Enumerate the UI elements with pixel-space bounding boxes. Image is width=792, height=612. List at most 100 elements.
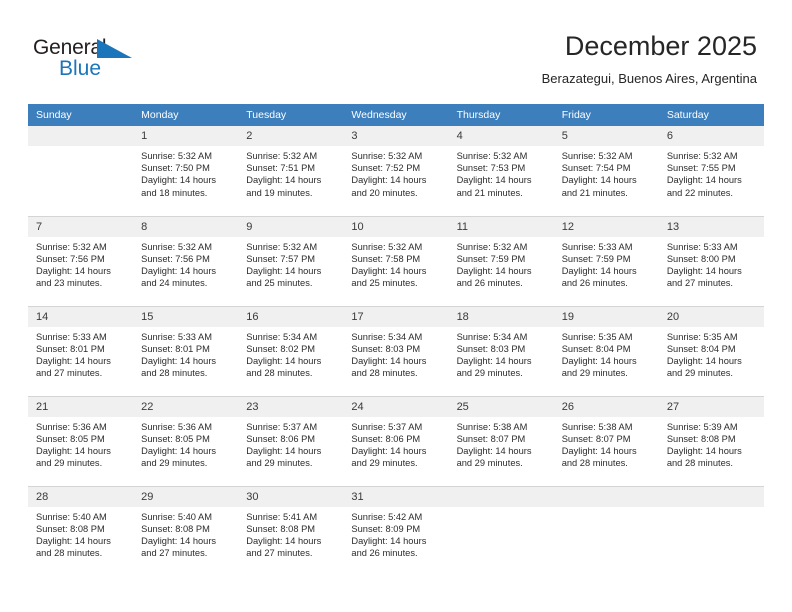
sunset-time: Sunset: 7:51 PM [246, 163, 316, 174]
calendar-day-cell[interactable]: 8 Sunrise: 5:32 AM Sunset: 7:56 PM Daylight… [133, 215, 239, 306]
day-details: Sunrise: 5:32 AM Sunset: 7:54 PM Daylight:… [554, 146, 659, 199]
day-number: 16 [238, 306, 344, 327]
calendar-day-cell[interactable]: 25 Sunrise: 5:38 AM Sunset: 8:07 PM Dayligh… [448, 395, 554, 486]
calendar-day-cell[interactable]: 17 Sunrise: 5:34 AM Sunset: 8:03 PM Dayligh… [343, 305, 449, 396]
daylight-duration-line1: Daylight: 14 hours [351, 265, 427, 276]
sunset-time: Sunset: 8:03 PM [351, 343, 421, 354]
daylight-duration-line2: and 27 minutes. [666, 278, 733, 289]
day-number: 4 [448, 126, 554, 146]
day-details: Sunrise: 5:32 AM Sunset: 7:50 PM Daylight:… [133, 146, 238, 199]
calendar-day-cell[interactable]: 6 Sunrise: 5:32 AM Sunset: 7:55 PM Daylight… [658, 126, 764, 216]
daylight-duration-line1: Daylight: 14 hours [666, 355, 742, 366]
daylight-duration-line2: and 26 minutes. [351, 548, 418, 559]
calendar-day-cell[interactable]: 3 Sunrise: 5:32 AM Sunset: 7:52 PM Daylight… [343, 126, 449, 216]
daylight-duration-line1: Daylight: 14 hours [456, 265, 532, 276]
sunset-time: Sunset: 8:00 PM [666, 253, 736, 264]
sunset-time: Sunset: 7:56 PM [36, 253, 105, 264]
calendar-day-cell[interactable]: 13 Sunrise: 5:33 AM Sunset: 8:00 PM Dayligh… [658, 215, 764, 306]
sunset-time: Sunset: 8:03 PM [456, 343, 526, 354]
calendar-day-cell[interactable]: 26 Sunrise: 5:38 AM Sunset: 8:07 PM Dayligh… [553, 395, 659, 486]
day-number: 21 [28, 396, 134, 417]
sunrise-time: Sunrise: 5:32 AM [456, 151, 528, 161]
calendar-day-cell[interactable]: 18 Sunrise: 5:34 AM Sunset: 8:03 PM Dayligh… [448, 305, 554, 396]
daylight-duration-line1: Daylight: 14 hours [141, 535, 217, 546]
general-blue-logo[interactable]: General Blue [33, 36, 163, 84]
sunrise-time: Sunrise: 5:32 AM [246, 241, 318, 252]
daylight-duration-line2: and 21 minutes. [456, 187, 523, 198]
sunset-time: Sunset: 8:05 PM [36, 433, 105, 444]
calendar-day-cell[interactable]: 22 Sunrise: 5:36 AM Sunset: 8:05 PM Dayligh… [133, 395, 239, 486]
calendar-week-row: 28 Sunrise: 5:40 AM Sunset: 8:08 PM Dayligh… [28, 485, 764, 576]
sunrise-time: Sunrise: 5:35 AM [561, 331, 633, 342]
sunrise-time: Sunrise: 5:34 AM [456, 331, 528, 342]
sunset-time: Sunset: 8:05 PM [141, 433, 210, 444]
calendar-day-cell[interactable]: 19 Sunrise: 5:35 AM Sunset: 8:04 PM Dayligh… [553, 305, 659, 396]
sunset-time: Sunset: 8:07 PM [561, 433, 631, 444]
sunset-time: Sunset: 8:01 PM [141, 343, 210, 354]
sunrise-time: Sunrise: 5:32 AM [666, 151, 738, 161]
daylight-duration-line1: Daylight: 14 hours [141, 175, 217, 186]
calendar-day-cell[interactable]: 15 Sunrise: 5:33 AM Sunset: 8:01 PM Dayligh… [133, 305, 239, 396]
day-details: Sunrise: 5:32 AM Sunset: 7:55 PM Daylight:… [659, 146, 764, 199]
day-number: 14 [28, 306, 134, 327]
calendar-day-cell[interactable]: 29 Sunrise: 5:40 AM Sunset: 8:08 PM Dayligh… [133, 485, 239, 576]
calendar-day-cell[interactable]: 24 Sunrise: 5:37 AM Sunset: 8:06 PM Dayligh… [343, 395, 449, 486]
daylight-duration-line2: and 29 minutes. [36, 458, 103, 469]
daylight-duration-line2: and 19 minutes. [246, 187, 313, 198]
weekday-header-wednesday: Wednesday [343, 104, 449, 126]
calendar-day-cell[interactable]: 12 Sunrise: 5:33 AM Sunset: 7:59 PM Dayligh… [553, 215, 659, 306]
weekday-header-friday: Friday [553, 104, 659, 126]
calendar-day-cell[interactable]: 28 Sunrise: 5:40 AM Sunset: 8:08 PM Dayligh… [28, 485, 134, 576]
calendar-day-cell[interactable]: 9 Sunrise: 5:32 AM Sunset: 7:57 PM Daylight… [238, 215, 344, 306]
calendar-day-cell[interactable]: 20 Sunrise: 5:35 AM Sunset: 8:04 PM Dayligh… [658, 305, 764, 396]
daylight-duration-line1: Daylight: 14 hours [246, 355, 322, 366]
sunset-time: Sunset: 8:04 PM [666, 343, 736, 354]
calendar-day-cell[interactable]: 1 Sunrise: 5:32 AM Sunset: 7:50 PM Daylight… [133, 126, 239, 216]
sunset-time: Sunset: 7:50 PM [141, 163, 210, 174]
calendar-week-row: 1 Sunrise: 5:32 AM Sunset: 7:50 PM Daylight… [28, 126, 764, 216]
calendar-day-cell[interactable]: 31 Sunrise: 5:42 AM Sunset: 8:09 PM Dayligh… [343, 485, 449, 576]
day-number [658, 486, 764, 507]
day-details: Sunrise: 5:32 AM Sunset: 7:51 PM Daylight:… [238, 146, 343, 199]
day-number [28, 126, 134, 146]
calendar-day-cell[interactable]: 16 Sunrise: 5:34 AM Sunset: 8:02 PM Dayligh… [238, 305, 344, 396]
daylight-duration-line1: Daylight: 14 hours [351, 175, 427, 186]
sunrise-time: Sunrise: 5:38 AM [456, 421, 528, 432]
daylight-duration-line1: Daylight: 14 hours [456, 175, 532, 186]
calendar-day-cell[interactable]: 27 Sunrise: 5:39 AM Sunset: 8:08 PM Dayligh… [658, 395, 764, 486]
sunrise-time: Sunrise: 5:33 AM [36, 331, 107, 342]
calendar-body: 1 Sunrise: 5:32 AM Sunset: 7:50 PM Daylight… [28, 126, 764, 576]
calendar-day-cell[interactable]: 5 Sunrise: 5:32 AM Sunset: 7:54 PM Daylight… [553, 126, 659, 216]
day-details: Sunrise: 5:37 AM Sunset: 8:06 PM Daylight:… [238, 417, 343, 470]
calendar-day-cell[interactable]: 2 Sunrise: 5:32 AM Sunset: 7:51 PM Daylight… [238, 126, 344, 216]
sunset-time: Sunset: 7:59 PM [456, 253, 526, 264]
calendar-week-row: 21 Sunrise: 5:36 AM Sunset: 8:05 PM Dayligh… [28, 395, 764, 486]
day-details: Sunrise: 5:35 AM Sunset: 8:04 PM Daylight:… [554, 327, 659, 380]
daylight-duration-line2: and 29 minutes. [246, 458, 313, 469]
daylight-duration-line1: Daylight: 14 hours [456, 355, 532, 366]
calendar-day-cell[interactable]: 21 Sunrise: 5:36 AM Sunset: 8:05 PM Dayligh… [28, 395, 134, 486]
daylight-duration-line2: and 29 minutes. [561, 368, 628, 379]
calendar-day-cell[interactable]: 10 Sunrise: 5:32 AM Sunset: 7:58 PM Dayligh… [343, 215, 449, 306]
sunset-time: Sunset: 8:01 PM [36, 343, 105, 354]
calendar-day-cell[interactable]: 7 Sunrise: 5:32 AM Sunset: 7:56 PM Daylight… [28, 215, 134, 306]
day-number: 26 [553, 396, 659, 417]
calendar-page: General Blue December 2025 Berazategui, … [0, 0, 792, 612]
day-number: 25 [448, 396, 554, 417]
day-details: Sunrise: 5:32 AM Sunset: 7:53 PM Daylight:… [449, 146, 554, 199]
daylight-duration-line2: and 28 minutes. [666, 458, 733, 469]
daylight-duration-line1: Daylight: 14 hours [666, 175, 742, 186]
calendar-day-cell[interactable]: 14 Sunrise: 5:33 AM Sunset: 8:01 PM Dayligh… [28, 305, 134, 396]
sunrise-time: Sunrise: 5:32 AM [351, 151, 423, 161]
daylight-duration-line2: and 22 minutes. [666, 187, 733, 198]
calendar-day-cell-empty [658, 485, 764, 576]
calendar-day-cell[interactable]: 4 Sunrise: 5:32 AM Sunset: 7:53 PM Daylight… [448, 126, 554, 216]
calendar-day-cell[interactable]: 11 Sunrise: 5:32 AM Sunset: 7:59 PM Dayligh… [448, 215, 554, 306]
daylight-duration-line2: and 20 minutes. [351, 187, 418, 198]
daylight-duration-line2: and 29 minutes. [456, 458, 523, 469]
day-number: 1 [133, 126, 239, 146]
calendar-day-cell[interactable]: 30 Sunrise: 5:41 AM Sunset: 8:08 PM Dayligh… [238, 485, 344, 576]
page-title: December 2025 [564, 31, 757, 61]
day-number: 11 [448, 216, 554, 237]
calendar-day-cell[interactable]: 23 Sunrise: 5:37 AM Sunset: 8:06 PM Dayligh… [238, 395, 344, 486]
